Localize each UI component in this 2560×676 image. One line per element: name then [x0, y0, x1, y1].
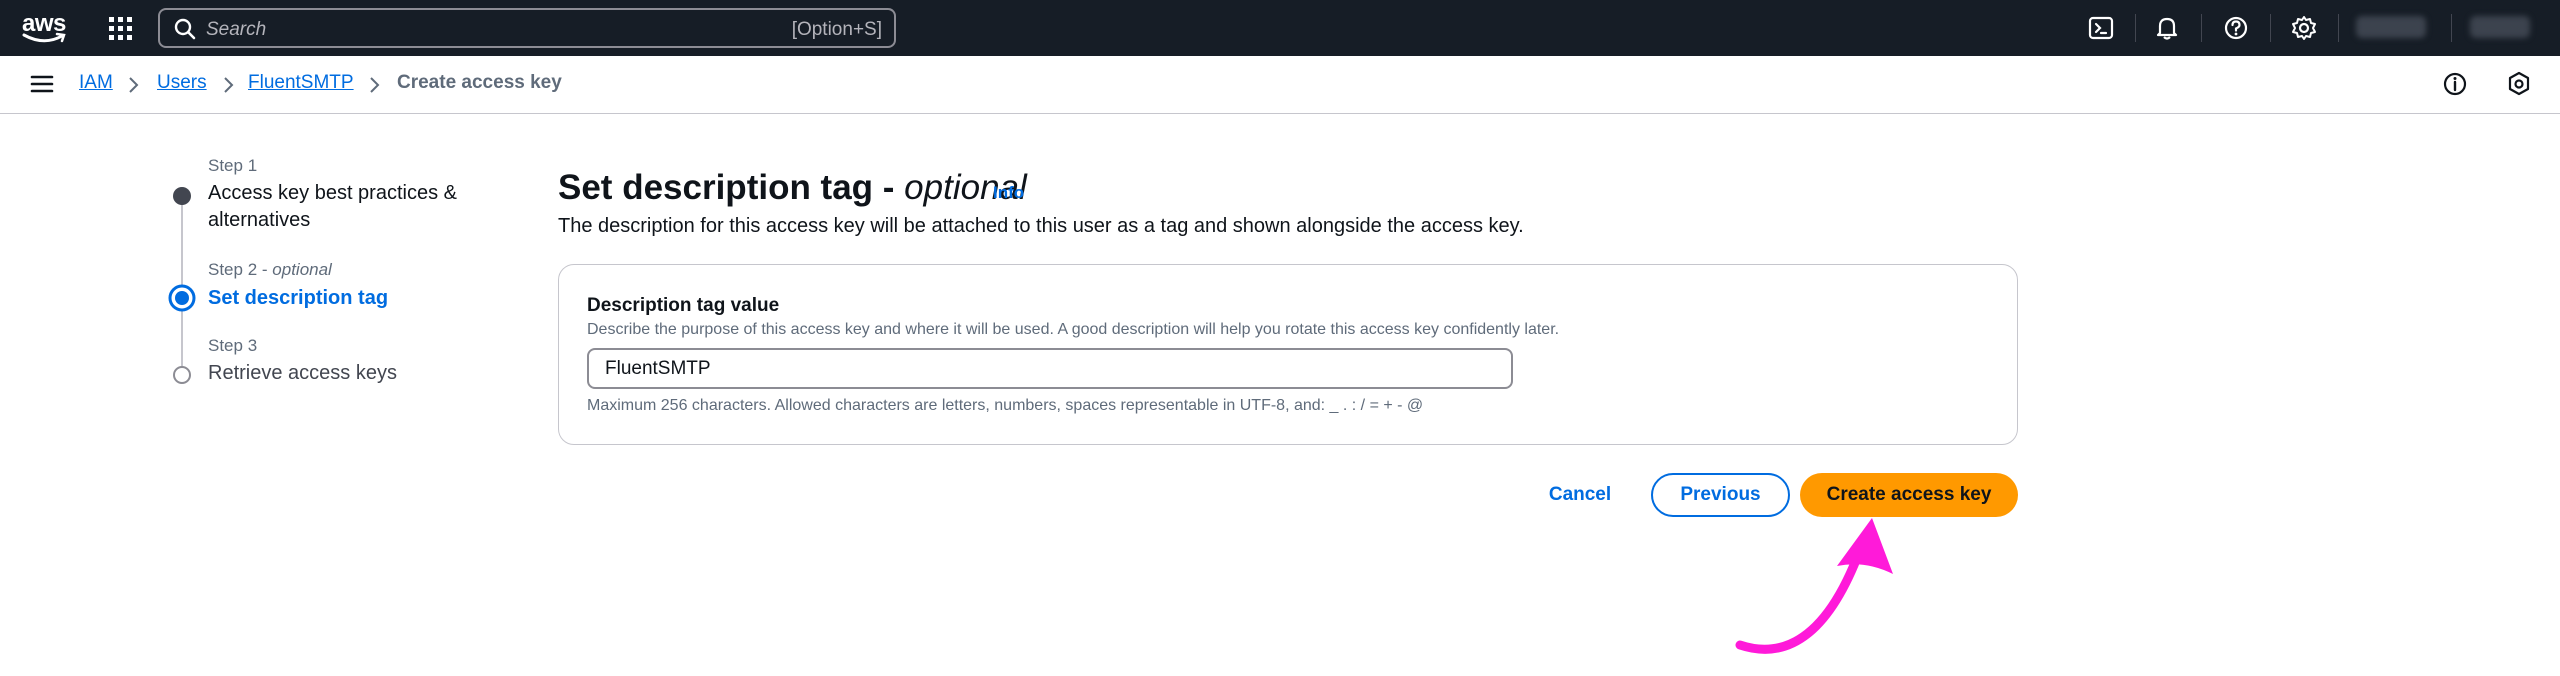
step-1-title-line2[interactable]: alternatives [208, 207, 310, 234]
gear-icon[interactable] [2290, 14, 2318, 42]
chevron-right-icon [370, 77, 380, 93]
chevron-right-icon [129, 77, 139, 93]
menu-icon[interactable] [30, 72, 54, 96]
step-3-pending-dot [173, 366, 191, 384]
nav-divider [2135, 14, 2136, 42]
breadcrumb-fluentsmtp[interactable]: FluentSMTP [248, 72, 354, 94]
step-3-title: Retrieve access keys [208, 362, 397, 384]
help-icon[interactable] [2222, 14, 2250, 42]
step-connector [181, 202, 183, 292]
bell-icon[interactable] [2153, 14, 2181, 42]
cancel-button[interactable]: Cancel [1530, 474, 1630, 516]
annotation-arrow-icon [1735, 518, 1893, 654]
search-placeholder: Search [206, 19, 267, 40]
step-2-active-dot [168, 284, 196, 312]
page-title: Set description tag - optional [558, 168, 1027, 208]
description-tag-help: Describe the purpose of this access key … [587, 321, 1560, 338]
breadcrumb-iam[interactable]: IAM [79, 72, 113, 94]
info-link[interactable]: Info [993, 183, 1024, 203]
wizard-steps: Step 1 Access key best practices & alter… [160, 150, 520, 410]
feedback-icon[interactable] [2505, 70, 2533, 98]
page-title-text: Set description tag - [558, 168, 895, 207]
breadcrumb-bar: IAM Users FluentSMTP Create access key [0, 56, 2560, 114]
search-icon [174, 18, 196, 40]
step-connector [181, 309, 183, 367]
nav-divider [2451, 14, 2452, 42]
redacted-account-menu[interactable] [2470, 16, 2530, 38]
chevron-right-icon [224, 77, 234, 93]
search-shortcut: [Option+S] [791, 19, 882, 40]
step-1-title-line1[interactable]: Access key best practices & [208, 180, 457, 207]
description-tag-constraint: Maximum 256 characters. Allowed characte… [587, 397, 1424, 414]
step-2-label-text: Step 2 - [208, 260, 268, 279]
step-2-title: Set description tag [208, 287, 389, 309]
step-1-complete-dot [173, 187, 191, 205]
page-description: The description for this access key will… [558, 215, 1524, 237]
step-1-label: Step 1 [208, 156, 258, 175]
cloudshell-icon[interactable] [2087, 14, 2115, 42]
description-tag-input[interactable] [587, 348, 1513, 389]
nav-divider [2270, 14, 2271, 42]
step-2-optional: optional [272, 260, 332, 279]
aws-smile-icon [22, 32, 66, 43]
services-grid-icon[interactable] [108, 16, 134, 42]
description-tag-label: Description tag value [587, 295, 780, 316]
top-navigation: aws Search [Option+S] [0, 0, 2560, 56]
step-3-label: Step 3 [208, 336, 258, 355]
breadcrumb-users[interactable]: Users [157, 72, 207, 94]
nav-divider [2201, 14, 2202, 42]
nav-divider [2338, 14, 2339, 42]
description-tag-panel: Description tag value Describe the purpo… [558, 264, 2018, 445]
info-panel-icon[interactable] [2441, 70, 2469, 98]
step-2-label: Step 2 - optional [208, 260, 332, 280]
aws-logo[interactable]: aws [22, 10, 68, 46]
search-input[interactable]: Search [Option+S] [158, 8, 896, 48]
redacted-region [2356, 16, 2426, 38]
breadcrumb-current: Create access key [397, 72, 562, 93]
